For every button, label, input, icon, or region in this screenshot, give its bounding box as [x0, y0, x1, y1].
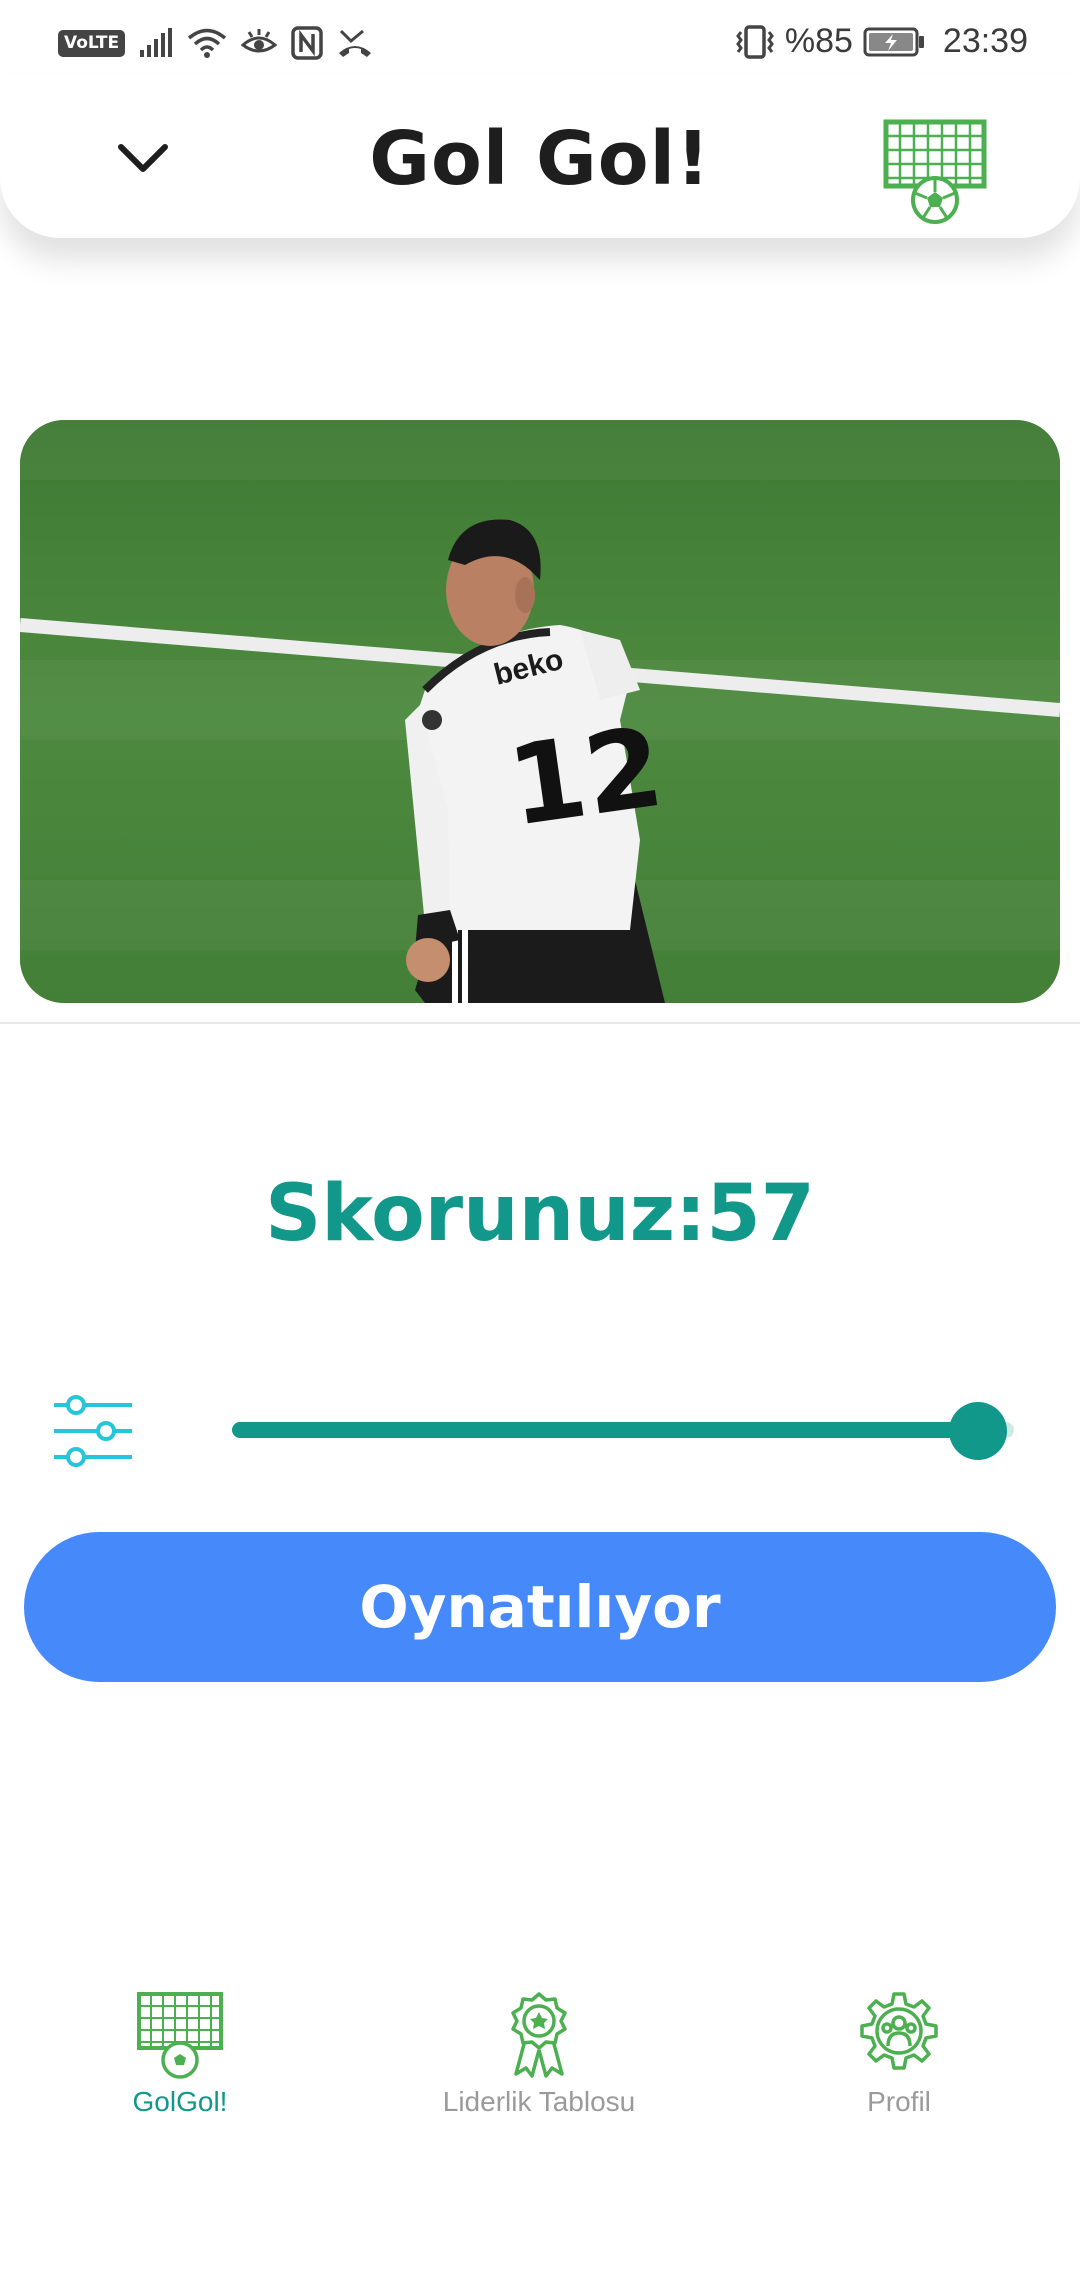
missed-call-icon: [339, 29, 372, 57]
nfc-icon: [291, 26, 323, 60]
status-right: %85 23:39: [735, 22, 1028, 61]
status-left: VoLTE: [58, 26, 373, 60]
app-screen: VoLTE %85 23:39 Gol Gol! beko 12 Skorunu…: [0, 0, 1080, 2280]
battery-charging-icon: [863, 27, 924, 56]
nav-item-leaderboard[interactable]: Liderlik Tablosu: [389, 1990, 689, 2140]
nav-item-profile[interactable]: Profil: [749, 1990, 1049, 2140]
slider-thumb[interactable]: [948, 1402, 1007, 1460]
divider: [0, 1022, 1080, 1024]
goal-net-icon[interactable]: [880, 116, 990, 226]
score-display: Skorunuz:57: [265, 1169, 815, 1259]
nav-item-golgol[interactable]: GolGol!: [30, 1990, 330, 2140]
clock: 23:39: [942, 22, 1028, 60]
slider-fill: [232, 1422, 978, 1438]
seek-slider[interactable]: [232, 1402, 1014, 1460]
profile-gear-icon: [860, 1992, 938, 2070]
goal-net-icon: [137, 1992, 223, 2079]
award-ribbon-icon: [511, 1992, 567, 2078]
volte-badge: VoLTE: [58, 29, 126, 57]
jersey-number: 12: [501, 703, 670, 851]
bottom-navigation: GolGol! Liderlik Tablosu Profil: [0, 1990, 1080, 2140]
nav-label-profile: Profil: [867, 2086, 931, 2117]
sliders-icon[interactable]: [52, 1395, 134, 1467]
header-card: Gol Gol!: [0, 76, 1080, 238]
nav-label-golgol: GolGol!: [132, 2086, 228, 2117]
play-status-button[interactable]: Oynatılıyor: [24, 1532, 1056, 1682]
wifi-icon: [188, 28, 227, 58]
video-frame: beko 12: [20, 420, 1060, 1003]
eye-comfort-icon: [241, 29, 278, 53]
video-player[interactable]: beko 12: [20, 420, 1060, 1003]
battery-percentage: %85: [784, 22, 853, 60]
vibrate-icon: [735, 24, 774, 59]
nav-label-leaderboard: Liderlik Tablosu: [442, 2086, 636, 2117]
signal-icon: [140, 28, 173, 57]
